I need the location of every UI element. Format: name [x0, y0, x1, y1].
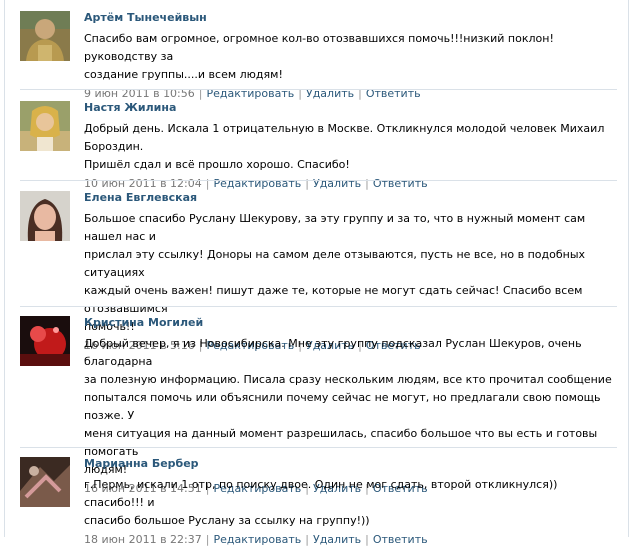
delete-link[interactable]: Удалить [313, 533, 361, 546]
separator: | [365, 177, 369, 190]
edit-link[interactable]: Редактировать [213, 533, 301, 546]
avatar[interactable] [20, 11, 70, 61]
author-name[interactable]: Марианна Бербер [84, 457, 614, 471]
avatar[interactable] [20, 191, 70, 241]
author-name[interactable]: Елена Евглевская [84, 191, 614, 205]
separator: | [365, 533, 369, 546]
separator: | [205, 533, 210, 546]
post-meta: 18 июн 2011 в 22:37 | Редактировать | Удалит… [84, 533, 614, 547]
post-divider [20, 306, 617, 307]
avatar[interactable] [20, 316, 70, 366]
post-text: Добрый день. Искала 1 отрицательную в Мо… [84, 122, 605, 171]
author-name[interactable]: Настя Жилина [84, 101, 614, 115]
post-divider [20, 89, 617, 90]
frame-border-left [4, 0, 5, 537]
author-name[interactable]: Артём Тынечейвын [84, 11, 614, 25]
post-divider [20, 180, 617, 181]
separator: | [305, 177, 309, 190]
post-text: г.Пермь, искали 1 отр, по поиску двое. О… [84, 478, 558, 527]
avatar[interactable] [20, 457, 70, 507]
reply-link[interactable]: Ответить [373, 177, 428, 190]
post-date: 18 июн 2011 в 22:37 [84, 533, 202, 546]
reply-link[interactable]: Ответить [373, 533, 428, 546]
avatar[interactable] [20, 101, 70, 151]
post-divider [20, 447, 617, 448]
delete-link[interactable]: Удалить [313, 177, 361, 190]
frame-border-right [628, 0, 629, 537]
wall-comments: Артём Тынечейвын Спасибо вам огромное, о… [0, 0, 633, 546]
author-name[interactable]: Кристина Могилей [84, 316, 614, 330]
edit-link[interactable]: Редактировать [213, 177, 301, 190]
post-text: Спасибо вам огромное, огромное кол-во от… [84, 32, 554, 81]
separator: | [205, 177, 210, 190]
separator: | [305, 533, 309, 546]
post-date: 10 июн 2011 в 12:04 [84, 177, 202, 190]
